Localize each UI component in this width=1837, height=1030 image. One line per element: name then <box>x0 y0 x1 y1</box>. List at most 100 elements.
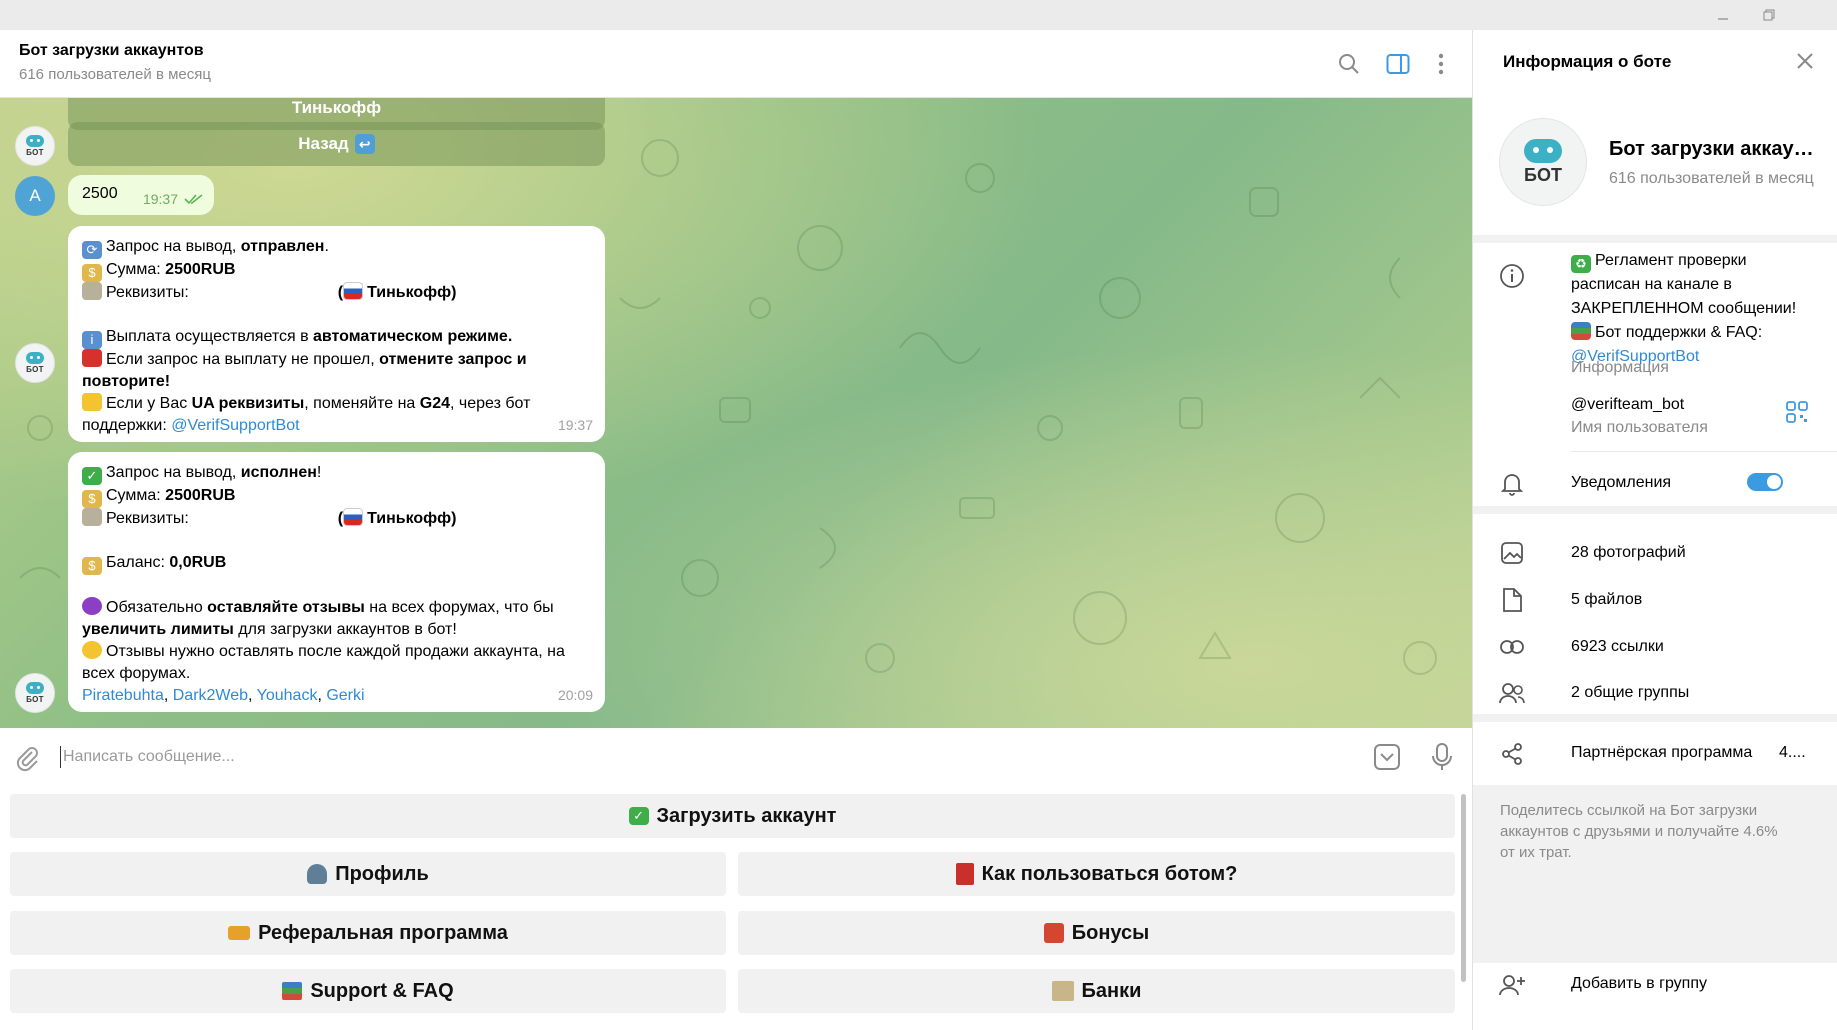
description-line: расписан на канале в <box>1571 276 1732 293</box>
megaphone-icon <box>228 926 251 940</box>
qr-code-button[interactable] <box>1786 401 1808 428</box>
more-menu-button[interactable] <box>1426 49 1456 79</box>
msg2-text: Запрос на вывод, <box>106 464 241 481</box>
forum-link-piratebuhta[interactable]: Piratebuhta <box>82 687 164 704</box>
support-faq-button[interactable]: Support & FAQ <box>10 969 726 1013</box>
share-icon <box>1497 739 1527 769</box>
profile-label: Профиль <box>335 862 429 885</box>
restore-icon <box>1763 9 1775 21</box>
notifications-label: Уведомления <box>1571 474 1672 491</box>
common-groups-row[interactable]: 2 общие группы <box>1571 684 1689 702</box>
search-button[interactable] <box>1334 49 1364 79</box>
close-panel-button[interactable] <box>1796 52 1814 75</box>
keyboard-scrollbar[interactable] <box>1461 794 1466 982</box>
msg1-text: 2500RUB <box>165 261 236 278</box>
how-to-use-button[interactable]: Как пользоваться ботом? <box>738 852 1455 896</box>
sidebar-panel-icon <box>1386 54 1410 74</box>
bot-avatar[interactable]: БОТ <box>15 126 55 166</box>
bell-icon <box>1497 468 1527 498</box>
profile-silhouette-icon <box>307 864 328 884</box>
forum-link-gerki[interactable]: Gerki <box>326 687 364 704</box>
bonuses-button[interactable]: Бонусы <box>738 911 1455 955</box>
forum-link-dark2web[interactable]: Dark2Web <box>173 687 248 704</box>
groups-icon <box>1497 678 1527 708</box>
support-bot-link[interactable]: @VerifSupportBot <box>171 417 299 434</box>
msg2-text: увеличить лимиты <box>82 621 234 638</box>
msg2-text: на всех форумах, что бы <box>364 599 554 616</box>
description-line: Регламент проверки <box>1595 252 1747 269</box>
attach-button[interactable] <box>14 744 40 777</box>
username-caption: Имя пользователя <box>1571 419 1708 436</box>
user-message-time: 19:37 <box>142 191 178 207</box>
money-bag-icon: $ <box>82 490 102 508</box>
msg1-text: Если запрос на выплату не прошел, <box>106 351 380 368</box>
books-icon <box>1571 322 1591 340</box>
banks-button[interactable]: Банки <box>738 969 1455 1013</box>
bot-avatar[interactable]: БОТ <box>15 343 55 383</box>
msg1-time: 19:37 <box>557 417 593 433</box>
user-message-bubble[interactable]: 2500 19:37 <box>68 175 214 215</box>
search-icon <box>1339 54 1359 74</box>
chat-header[interactable]: Бот загрузки аккаунтов 616 пользователей… <box>0 30 1472 98</box>
message-input[interactable]: Написать сообщение... <box>60 746 235 768</box>
restore-button[interactable] <box>1746 0 1792 30</box>
bot-avatar-label: БОТ <box>26 148 44 157</box>
partner-desc-line: аккаунтов с друзьями и получайте 4.6% <box>1500 823 1778 840</box>
msg2-text: 2500RUB <box>165 487 236 504</box>
add-to-group-label: Добавить в группу <box>1571 975 1707 992</box>
partner-program-description: Поделитесь ссылкой на Бот загрузки аккау… <box>1500 800 1778 863</box>
upload-account-label: Загрузить аккаунт <box>656 804 837 827</box>
support-faq-label: Support & FAQ <box>310 979 454 1002</box>
info-circle-icon <box>1497 261 1527 291</box>
files-row[interactable]: 5 файлов <box>1571 591 1642 609</box>
referral-program-button[interactable]: Реферальная программа <box>10 911 726 955</box>
msg1-text: отмените запрос и <box>379 351 527 368</box>
bot-avatar-label: БОТ <box>26 365 44 374</box>
links-row[interactable]: 6923 ссылки <box>1571 638 1664 656</box>
notifications-toggle[interactable] <box>1747 473 1783 491</box>
photos-row[interactable]: 28 фотографий <box>1571 544 1686 562</box>
money-bag-icon: $ <box>82 264 102 282</box>
bot-username[interactable]: @verifteam_bot <box>1571 393 1684 417</box>
gift-icon <box>1043 923 1064 943</box>
msg2-text: Сумма: <box>106 487 166 504</box>
bot-profile-avatar[interactable]: БОТ <box>1499 118 1587 206</box>
books-icon <box>282 982 303 1000</box>
chat-title[interactable]: Бот загрузки аккаунтов <box>19 42 204 60</box>
yellow-circle-icon <box>82 641 102 659</box>
msg1-text: , поменяйте на <box>304 395 420 412</box>
forum-link-youhack[interactable]: Youhack <box>257 687 318 704</box>
reply-keyboard: ✓ Загрузить аккаунт Профиль Как пользоват… <box>0 788 1472 1030</box>
paperclip-icon <box>16 747 38 772</box>
add-to-group-section[interactable]: Добавить в группу <box>1473 963 1837 1030</box>
description-line: Бот поддержки & FAQ: <box>1595 324 1763 341</box>
bot-message-withdraw-sent[interactable]: ⟳ Запрос на вывод, отправлен. $ Сумма: 250… <box>68 226 605 442</box>
msg1-text: . <box>324 238 329 255</box>
qr-code-icon <box>1786 401 1808 423</box>
minimize-button[interactable] <box>1700 0 1746 30</box>
chat-area[interactable]: Тинькофф Назад ↩ БОТ A 2500 19:37 ⟳ Запро… <box>0 98 1472 728</box>
msg2-text: Отзывы нужно оставлять после каждой прод… <box>106 643 565 660</box>
msg1-text: автоматическом режиме. <box>313 328 513 345</box>
panel-title: Информация о боте <box>1503 52 1672 71</box>
money-bag-icon: $ <box>82 557 102 575</box>
user-avatar[interactable]: A <box>15 176 55 216</box>
upload-account-button[interactable]: ✓ Загрузить аккаунт <box>10 794 1455 838</box>
bot-keyboard-toggle-button[interactable] <box>1373 743 1401 776</box>
link-separator: , <box>317 687 327 704</box>
sidebar-toggle-button[interactable] <box>1383 49 1413 79</box>
inline-button-back[interactable]: Назад ↩ <box>68 122 605 166</box>
msg1-text: , через бот <box>450 395 531 412</box>
bot-message-withdraw-done[interactable]: ✓ Запрос на вывод, исполнен! $ Сумма: 2500… <box>68 452 605 712</box>
info-section: ♻ Регламент проверки расписан на канале в… <box>1473 243 1837 506</box>
profile-button[interactable]: Профиль <box>10 852 726 896</box>
microphone-icon <box>1432 743 1452 770</box>
chat-subtitle: 616 пользователей в месяц <box>19 66 211 83</box>
bonuses-label: Бонусы <box>1071 921 1150 944</box>
partner-program-section[interactable]: Партнёрская программа 4.... <box>1473 722 1837 785</box>
voice-record-button[interactable] <box>1430 742 1454 777</box>
partner-desc-line: Поделитесь ссылкой на Бот загрузки <box>1500 802 1758 819</box>
notifications-row[interactable]: Уведомления <box>1571 473 1837 492</box>
read-checkmarks-icon <box>184 194 203 205</box>
bot-avatar[interactable]: БОТ <box>15 673 55 713</box>
